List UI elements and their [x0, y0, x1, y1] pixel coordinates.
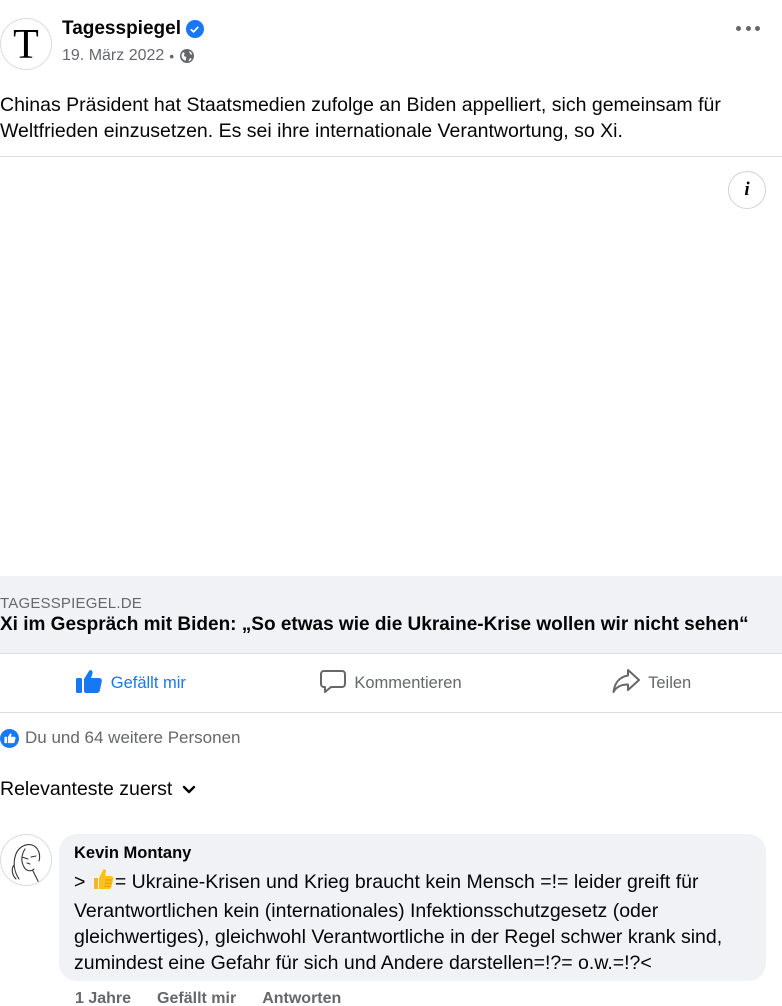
like-button[interactable]: Gefällt mir: [0, 655, 261, 712]
info-icon[interactable]: i: [728, 171, 766, 209]
comment-sort-dropdown[interactable]: Relevanteste zuerst: [0, 778, 196, 801]
post-text: Chinas Präsident hat Staatsmedien zufolg…: [0, 94, 721, 142]
globe-icon[interactable]: [179, 48, 195, 64]
post-date[interactable]: 19. März 2022: [62, 47, 164, 65]
page-name-link[interactable]: Tagesspiegel: [62, 18, 204, 40]
comment-author[interactable]: Kevin Montany: [74, 844, 751, 863]
comment-button[interactable]: Kommentieren: [261, 655, 522, 712]
share-icon: [612, 668, 641, 699]
like-label: Gefällt mir: [110, 674, 186, 692]
link-preview-card[interactable]: TAGESSPIEGEL.DE Xi im Gespräch mit Biden…: [0, 576, 782, 653]
comment-timestamp[interactable]: 1 Jahre: [75, 990, 131, 1006]
commenter-avatar[interactable]: [0, 834, 52, 886]
reactions-summary[interactable]: Du und 64 weitere Personen: [0, 728, 240, 748]
comment-text: > = Ukraine-Krisen und Krieg braucht kei…: [74, 867, 751, 976]
reactions-text: Du und 64 weitere Personen: [25, 728, 241, 747]
link-preview-image[interactable]: i: [0, 157, 782, 576]
like-reaction-icon: [0, 728, 19, 748]
divider: [0, 653, 782, 654]
comment-label: Kommentieren: [354, 674, 462, 692]
divider: [0, 712, 782, 713]
comment-body: = Ukraine-Krisen und Krieg braucht kein …: [74, 871, 723, 974]
post-meta: 19. März 2022 •: [62, 47, 195, 65]
chevron-down-icon: [182, 778, 196, 801]
sort-label: Relevanteste zuerst: [0, 778, 173, 800]
link-title[interactable]: Xi im Gespräch mit Biden: „So etwas wie …: [0, 614, 749, 636]
post-actions-bar: Gefällt mir Kommentieren Teilen: [0, 655, 782, 712]
comment-actions: 1 Jahre Gefällt mir Antworten: [75, 990, 341, 1006]
comment-bubble: Kevin Montany > = Ukraine-Krisen und Kri…: [59, 834, 766, 981]
comment-reply-button[interactable]: Antworten: [262, 990, 341, 1006]
verified-badge-icon: [185, 20, 204, 38]
thumbs-up-emoji-icon: [91, 867, 115, 898]
thumbs-up-icon: [75, 668, 103, 699]
link-domain: TAGESSPIEGEL.DE: [0, 595, 142, 612]
more-options-icon[interactable]: [736, 18, 760, 38]
page-avatar[interactable]: T: [0, 18, 52, 70]
page-name[interactable]: Tagesspiegel: [62, 18, 181, 40]
comment-icon: [320, 668, 347, 699]
comment-prefix: >: [74, 871, 91, 893]
share-button[interactable]: Teilen: [521, 655, 782, 712]
comment-like-button[interactable]: Gefällt mir: [157, 990, 236, 1006]
meta-separator: •: [169, 48, 175, 64]
share-label: Teilen: [648, 674, 692, 692]
